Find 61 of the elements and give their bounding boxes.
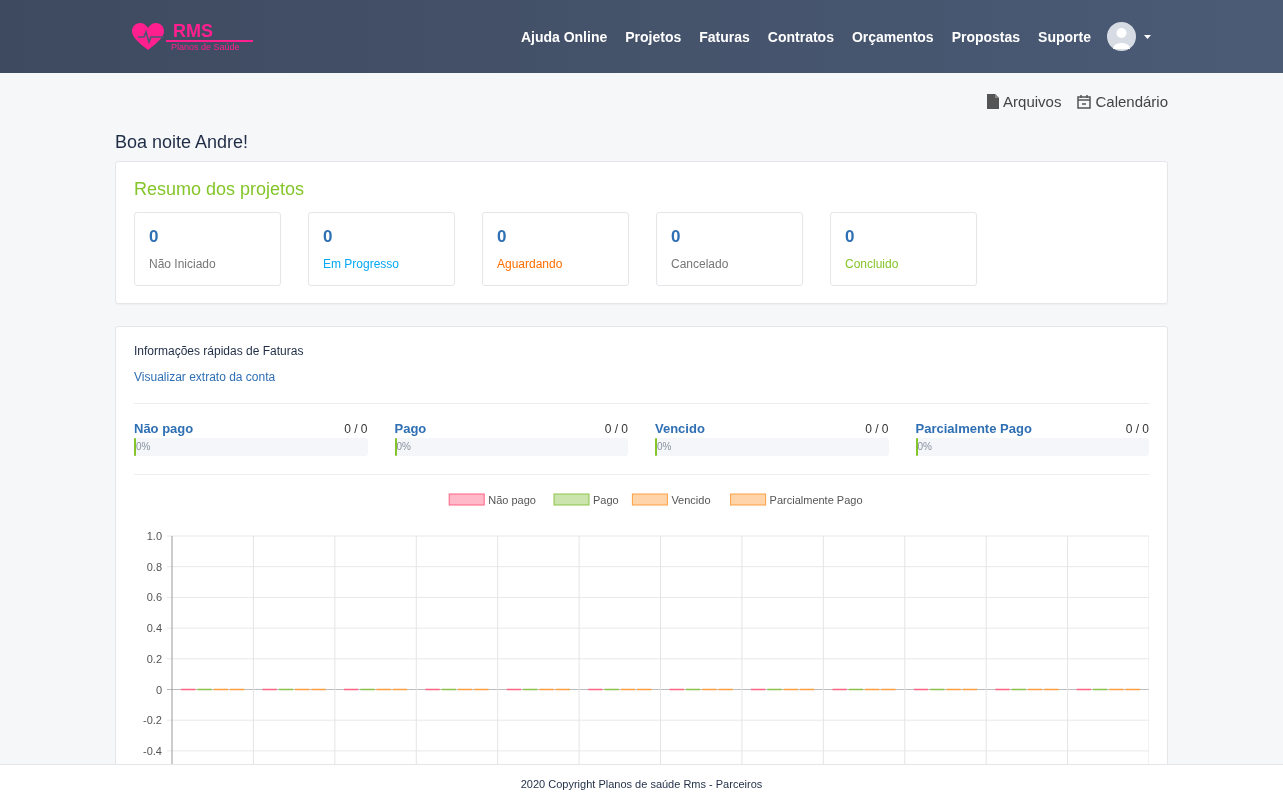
nav-link[interactable]: Propostas (951, 28, 1021, 45)
progress-label: Parcialmente Pago (915, 421, 1032, 436)
progress-label: Não pago (134, 421, 194, 436)
bar (1076, 688, 1091, 691)
stat-label: Em Progresso (323, 257, 401, 271)
legend-label[interactable]: Pago (593, 494, 619, 506)
stat-count: 0 (323, 227, 334, 247)
avatar-icon[interactable] (1107, 22, 1136, 51)
nav-link[interactable]: Suporte (1038, 28, 1091, 45)
stat-count: 0 (845, 227, 856, 247)
progress-percent: 0% (396, 441, 411, 452)
caret-icon[interactable] (1144, 34, 1151, 39)
axis-tick-label: -0.2 (143, 714, 162, 727)
statement-link[interactable]: Visualizar extrato da conta (134, 370, 276, 384)
axis-tick-label: 0.4 (146, 622, 162, 635)
progress-reading: 0 / 0 (604, 421, 628, 436)
toolbar-link[interactable]: Calendário (1077, 93, 1168, 110)
progress-reading: 0 / 0 (344, 421, 368, 436)
stat-label: Aguardando (497, 257, 564, 271)
bar (230, 688, 245, 691)
stat-count: 0 (671, 227, 682, 247)
nav-link[interactable]: Projetos (625, 28, 682, 45)
legend-swatch (730, 493, 767, 506)
section-title: Informações rápidas de Faturas (134, 344, 305, 358)
axis-tick-label: 0 (155, 683, 162, 696)
legend-label[interactable]: Parcialmente Pago (769, 494, 863, 506)
stat-count: 0 (497, 227, 508, 247)
axis-tick-label: 0.8 (146, 560, 162, 573)
legend-swatch (553, 493, 590, 506)
file-icon (987, 94, 1000, 109)
legend-swatch (448, 493, 485, 506)
progress-label: Pago (394, 421, 427, 436)
stat-label: Não Iniciado (149, 257, 217, 271)
legend-swatch (631, 493, 668, 506)
logo-title: RMS (166, 21, 253, 42)
logo-subtitle: Planos de Saúde (170, 41, 241, 52)
legend-label[interactable]: Vencido (671, 494, 711, 506)
nav-link[interactable]: Orçamentos (851, 28, 934, 45)
toolbar-link[interactable]: Arquivos (987, 93, 1062, 110)
axis-tick-label: 0.2 (146, 652, 162, 665)
footer-text: 2020 Copyright Planos de saúde Rms - Parceiros (520, 778, 763, 790)
legend-label[interactable]: Não pago (488, 494, 536, 506)
axis-tick-label: -0.4 (143, 744, 162, 757)
nav-link[interactable]: Faturas (699, 28, 750, 45)
heart-pulse-icon (132, 22, 164, 51)
stat-label: Cancelado (671, 257, 730, 271)
progress-label: Vencido (655, 421, 705, 436)
greeting: Boa noite Andre! (115, 132, 250, 153)
stat-label: Concluido (845, 257, 900, 271)
progress-percent: 0% (917, 441, 932, 452)
card-title: Resumo dos projetos (134, 179, 306, 200)
progress-percent: 0% (136, 441, 151, 452)
axis-tick-label: 0.6 (146, 591, 162, 604)
nav-link[interactable]: Contratos (767, 28, 834, 45)
progress-percent: 0% (657, 441, 672, 452)
progress-reading: 0 / 0 (1125, 421, 1149, 436)
axis-tick-label: 1.0 (146, 530, 162, 542)
progress-reading: 0 / 0 (865, 421, 889, 436)
stat-count: 0 (149, 227, 160, 247)
calendar-icon (1077, 94, 1092, 109)
nav-link[interactable]: Ajuda Online (520, 28, 608, 45)
